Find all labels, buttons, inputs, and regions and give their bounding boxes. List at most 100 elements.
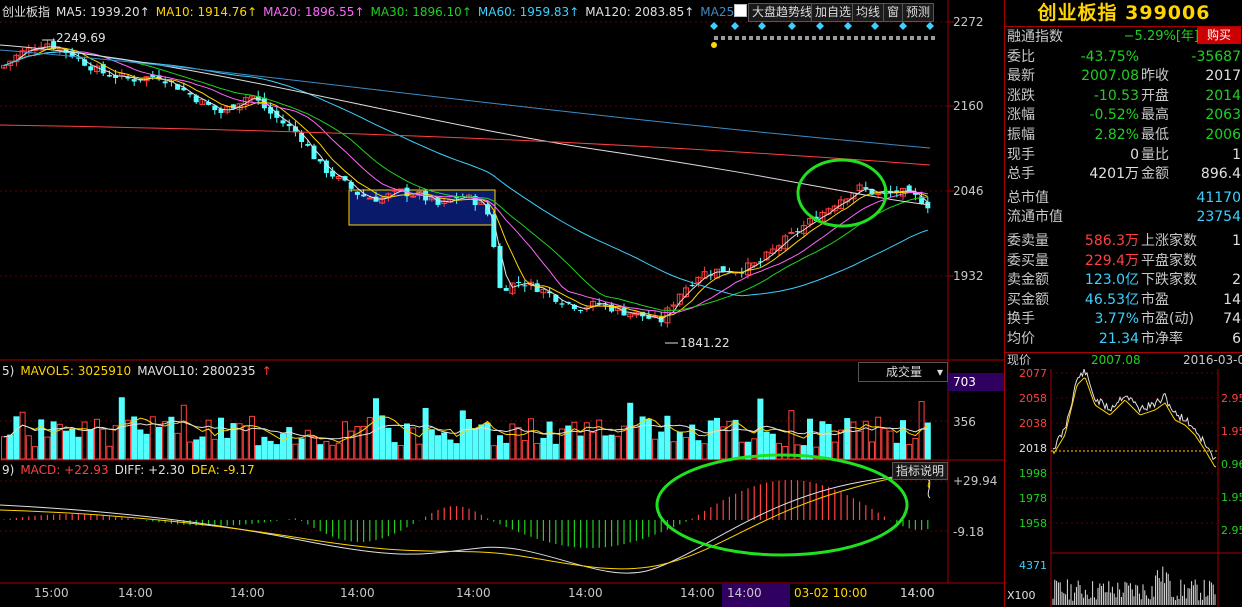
ma-legend-item: MA20: 1896.55↑ [263, 5, 365, 19]
signal-dot [910, 36, 914, 40]
intraday-chart[interactable]: 2077 2058 2038 2018 1998 1978 1958 2.95% 1.95% 0.… [1005, 369, 1242, 607]
volume-bar [602, 435, 609, 460]
macd-prefix: 9) [2, 463, 15, 477]
signal-dot [875, 36, 879, 40]
intraday-pct-tick: 2.95% [1221, 524, 1242, 537]
signal-dot [924, 36, 928, 40]
mavol5-value: MAVOL5: 3025910 [20, 364, 132, 378]
time-axis-label: 14:00 [727, 586, 762, 600]
quote-row: 均价 21.34 市净率 6 [1007, 329, 1242, 349]
intraday-price-tick: 2038 [1019, 417, 1047, 430]
quote-key: 最新 [1007, 68, 1035, 85]
volume-bar [267, 440, 274, 460]
signal-dot [770, 36, 774, 40]
volume-axis-label: 703 [953, 375, 976, 389]
volume-bar [577, 435, 584, 460]
candle-body [305, 144, 311, 146]
quote-key: 换手 [1007, 311, 1035, 328]
ma-legend-item: MA30: 1896.10↑ [370, 5, 472, 19]
mavol10-value: MAVOL10: 2800235 [137, 364, 256, 378]
quote-value: 14 [1223, 291, 1241, 308]
intraday-pct-tick: 1.95% [1221, 425, 1242, 438]
quote-row: 涨幅 -0.52% 最高 2063 [1007, 105, 1242, 125]
signal-dot [840, 36, 844, 40]
intraday-header: 现价 2007.08 2016-03-03 [1007, 352, 1242, 368]
volume-bar [552, 443, 559, 460]
indicator-help-button[interactable]: 指标说明 [892, 462, 948, 480]
signal-dot [784, 36, 788, 40]
indicator-select[interactable]: 成交量 ▾ [858, 362, 948, 382]
toolbar-button[interactable]: 预测 [902, 3, 935, 22]
volume-bar [317, 444, 324, 460]
candle-body [522, 285, 528, 287]
ma-legend-item: MA60: 1959.83↑ [477, 5, 580, 19]
quote-value: 123.0亿 [1084, 272, 1139, 289]
intraday-pct-tick: 0.96% [1221, 458, 1242, 471]
candle-body [454, 197, 460, 199]
trend-checkbox[interactable] [734, 4, 747, 17]
candle-body [906, 185, 912, 191]
volume-bar [441, 432, 448, 460]
quote-key: 委比 [1007, 48, 1035, 65]
signal-dot [868, 36, 872, 40]
quote-row: 总手 4201万 金额 896.4 [1007, 164, 1242, 184]
signal-dot [756, 36, 760, 40]
volume-bar [118, 397, 125, 460]
quote-row: 振幅 2.82% 最低 2006 [1007, 125, 1242, 145]
volume-bar [379, 415, 386, 460]
candle-body [534, 283, 540, 292]
quote-key: 下跌家数 [1141, 272, 1197, 289]
macd-axis-label: -9.18 [953, 525, 985, 539]
price-axis-label: 2160 [953, 99, 984, 113]
quote-key: 市盈 [1141, 291, 1169, 308]
quote-panel: 创业板指 399006 购买 融通指数 −5.29%[年] 委比 -43.75% -35… [1004, 0, 1242, 607]
candle-body [559, 303, 565, 305]
volume-bar [627, 402, 634, 460]
quote-key: 金额 [1141, 166, 1169, 183]
quote-value: 2014 [1205, 87, 1241, 104]
volume-bar [273, 444, 280, 460]
candle-body [361, 194, 367, 197]
quote-value: 3.77% [1094, 311, 1139, 328]
quote-value: 1 [1232, 146, 1241, 163]
quote-value: 2017 [1205, 68, 1241, 85]
candle-body [88, 66, 94, 71]
quote-key: 最高 [1141, 107, 1169, 124]
volume-bar [546, 421, 553, 460]
quote-key: 涨幅 [1007, 107, 1035, 124]
signal-dot [791, 36, 795, 40]
signal-dot [889, 36, 893, 40]
volume-axis-label: 356 [953, 415, 976, 429]
volume-bar [218, 417, 224, 460]
quote-key: 均价 [1007, 331, 1035, 347]
toolbar-button[interactable]: 大盘趋势线 [748, 3, 817, 22]
quote-key: 总手 [1007, 166, 1035, 183]
price-axis-label: 2272 [953, 15, 984, 29]
quote-key: 平盘家数 [1141, 252, 1197, 269]
toolbar-button[interactable]: 加自选 [811, 3, 856, 22]
intraday-label: 现价 [1007, 353, 1032, 367]
time-axis-label: 14:00 [230, 586, 265, 600]
toolbar-button[interactable]: 窗 [883, 3, 904, 22]
volume-bar [385, 427, 392, 460]
volume-prefix: 5) [2, 364, 15, 378]
candle-body [788, 231, 795, 234]
volume-bar [893, 442, 900, 460]
quote-value: -43.75% [1080, 48, 1139, 65]
volume-bar [87, 429, 94, 460]
quote-key: 委买量 [1007, 252, 1049, 269]
quote-key: 昨收 [1141, 68, 1169, 85]
volume-bar [143, 433, 150, 460]
time-axis-label: 14:00 [118, 586, 153, 600]
toolbar-button[interactable]: 均线 [852, 3, 885, 22]
volume-bar [63, 430, 69, 460]
candle-body [131, 79, 137, 82]
kline-chart-canvas[interactable] [0, 0, 1004, 607]
intraday-price-tick: 2077 [1019, 369, 1047, 380]
signal-dot [805, 36, 809, 40]
volume-bar [695, 440, 702, 460]
quote-key: 最低 [1141, 127, 1169, 143]
signal-dot [847, 36, 851, 40]
quote-value: 2006 [1205, 127, 1241, 143]
volume-legend: 5) MAVOL5: 3025910 MAVOL10: 2800235 ↑ [2, 364, 272, 378]
